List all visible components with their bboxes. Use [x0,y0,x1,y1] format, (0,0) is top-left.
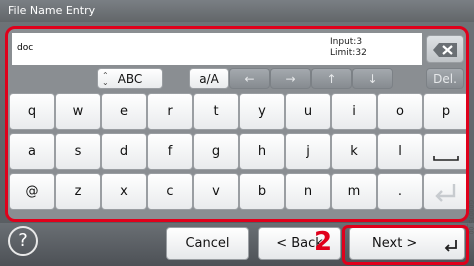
key[interactable]: x [101,173,147,210]
key[interactable]: b [239,173,285,210]
key[interactable]: @ [9,173,55,210]
key[interactable]: h [239,133,285,170]
key[interactable]: r [147,93,193,130]
key[interactable]: k [331,133,377,170]
input-count: Input:3 [330,37,363,47]
next-highlight [342,225,469,265]
cursor-up-key[interactable]: ↑ [311,68,352,89]
key[interactable]: d [101,133,147,170]
key[interactable]: w [55,93,101,130]
enter-key[interactable] [423,173,466,210]
window-title: File Name Entry [0,0,474,22]
key[interactable]: c [147,173,193,210]
limit-count: Limit:32 [330,48,367,58]
help-button[interactable]: ? [8,226,38,256]
key[interactable]: t [193,93,239,130]
key[interactable]: a [9,133,55,170]
case-key[interactable]: a/A [189,68,229,89]
cursor-down-key[interactable]: ↓ [352,68,393,89]
key[interactable]: v [193,173,239,210]
key[interactable]: l [377,133,423,170]
key[interactable]: q [9,93,55,130]
cursor-right-key[interactable]: → [270,68,311,89]
key[interactable]: s [55,133,101,170]
key[interactable]: i [331,93,377,130]
key[interactable]: o [377,93,423,130]
cancel-button[interactable]: Cancel [166,227,249,260]
charset-key[interactable]: ⌃ ⌄ ABC [97,68,163,89]
key[interactable]: f [147,133,193,170]
step-callout: 2 [314,227,333,257]
key[interactable]: u [285,93,331,130]
key[interactable]: . [377,173,423,210]
cursor-left-key[interactable]: ← [229,68,270,89]
updown-icon: ⌃ ⌄ [102,71,109,87]
key[interactable]: n [285,173,331,210]
filename-input[interactable]: doc Input:3 Limit:32 [12,33,422,65]
enter-icon [435,184,456,202]
key[interactable]: p [423,93,466,130]
space-icon [433,156,459,161]
key[interactable]: y [239,93,285,130]
key[interactable]: z [55,173,101,210]
space-key[interactable] [423,133,466,170]
key[interactable]: m [331,173,377,210]
delete-key[interactable]: Del. [426,68,464,89]
backspace-icon [433,43,457,57]
char-counter: Input:3 Limit:32 [330,37,367,59]
serial-number: G00075_00 [467,200,474,235]
screen: File Name Entry doc Input:3 Limit:32 ⌃ ⌄ … [0,0,474,266]
key[interactable]: j [285,133,331,170]
key[interactable]: g [193,133,239,170]
key[interactable]: e [101,93,147,130]
filename-value: doc [17,43,34,53]
backspace-button[interactable] [426,35,464,63]
keyboard-panel: doc Input:3 Limit:32 ⌃ ⌄ ABC a/A ← → ↑ ↓ … [5,26,469,222]
